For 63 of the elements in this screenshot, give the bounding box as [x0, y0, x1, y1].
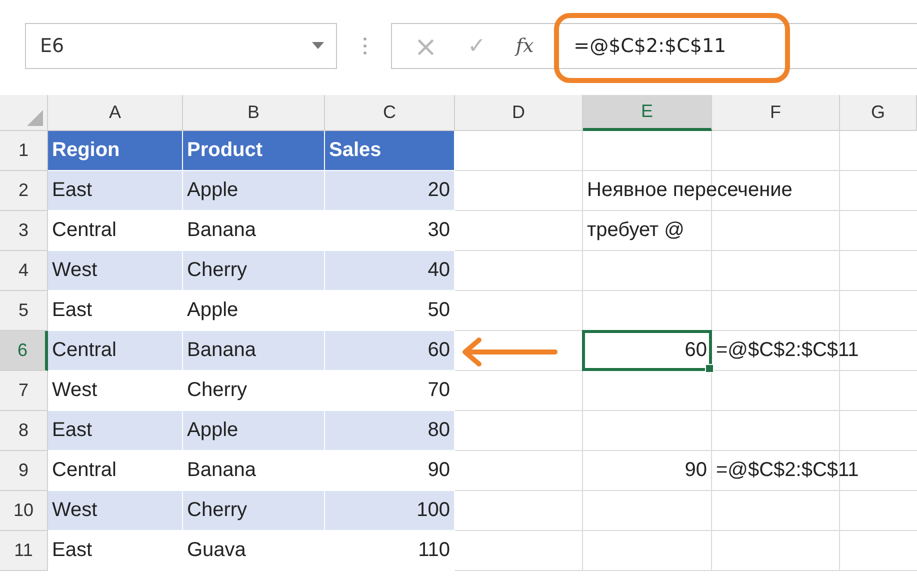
row-header[interactable]: 3	[0, 211, 48, 251]
region-name: East	[48, 531, 183, 571]
region-name: East	[48, 171, 183, 211]
row-header[interactable]: 1	[0, 131, 48, 171]
sales-value: 80	[325, 411, 455, 451]
column-header[interactable]: D	[455, 95, 583, 131]
product-name: Banana	[183, 211, 325, 251]
column-header[interactable]: G	[840, 95, 917, 131]
sales-value: 100	[325, 491, 455, 531]
region-name: Central	[48, 211, 183, 251]
sales-value: 60	[325, 331, 455, 371]
sales-value: 40	[325, 251, 455, 291]
column-heading: Region	[48, 131, 183, 171]
column-heading: Sales	[325, 131, 455, 171]
region-name: Central	[48, 451, 183, 491]
region-name: West	[48, 371, 183, 411]
product-name: Cherry	[183, 371, 325, 411]
region-name: West	[48, 491, 183, 531]
region-name: East	[48, 411, 183, 451]
row-header[interactable]: 4	[0, 251, 48, 291]
column-header[interactable]: C	[325, 95, 455, 131]
column-header[interactable]: E	[583, 95, 712, 131]
sales-value: 90	[325, 451, 455, 491]
row-header[interactable]: 9	[0, 451, 48, 491]
active-cell[interactable]	[582, 330, 712, 371]
sales-value: 50	[325, 291, 455, 331]
column-heading: Product	[183, 131, 325, 171]
row-header[interactable]: 2	[0, 171, 48, 211]
product-name: Banana	[183, 331, 325, 371]
row-header[interactable]: 7	[0, 371, 48, 411]
region-name: East	[48, 291, 183, 331]
result-value: 90	[684, 459, 707, 482]
region-name: Central	[48, 331, 183, 371]
product-name: Apple	[183, 171, 325, 211]
column-header[interactable]: B	[183, 95, 325, 131]
row-header[interactable]: 6	[0, 331, 48, 371]
product-name: Cherry	[183, 251, 325, 291]
formula-input[interactable]: =@$C$2:$C$11	[574, 35, 726, 57]
product-name: Apple	[183, 291, 325, 331]
column-header[interactable]: F	[712, 95, 840, 131]
product-name: Cherry	[183, 491, 325, 531]
row-header[interactable]: 10	[0, 491, 48, 531]
sales-value: 20	[325, 171, 455, 211]
grip-icon	[363, 36, 367, 56]
result-value: 60	[684, 339, 707, 362]
row-header[interactable]: 8	[0, 411, 48, 451]
sales-value: 70	[325, 371, 455, 411]
dropdown-icon[interactable]	[312, 42, 324, 50]
note-text: Неявное пересечение	[587, 179, 792, 202]
region-name: West	[48, 251, 183, 291]
product-name: Guava	[183, 531, 325, 571]
formula-text: =@$C$2:$C$11	[716, 339, 859, 362]
sales-value: 110	[325, 531, 455, 571]
row-header[interactable]: 5	[0, 291, 48, 331]
function-icon[interactable]: fx	[516, 35, 534, 57]
note-text: требует @	[587, 219, 684, 242]
formula-text: =@$C$2:$C$11	[716, 459, 859, 482]
product-name: Banana	[183, 451, 325, 491]
column-header[interactable]: A	[48, 95, 183, 131]
sales-value: 30	[325, 211, 455, 251]
name-box[interactable]: E6	[25, 23, 337, 69]
product-name: Apple	[183, 411, 325, 451]
row-header[interactable]: 11	[0, 531, 48, 571]
